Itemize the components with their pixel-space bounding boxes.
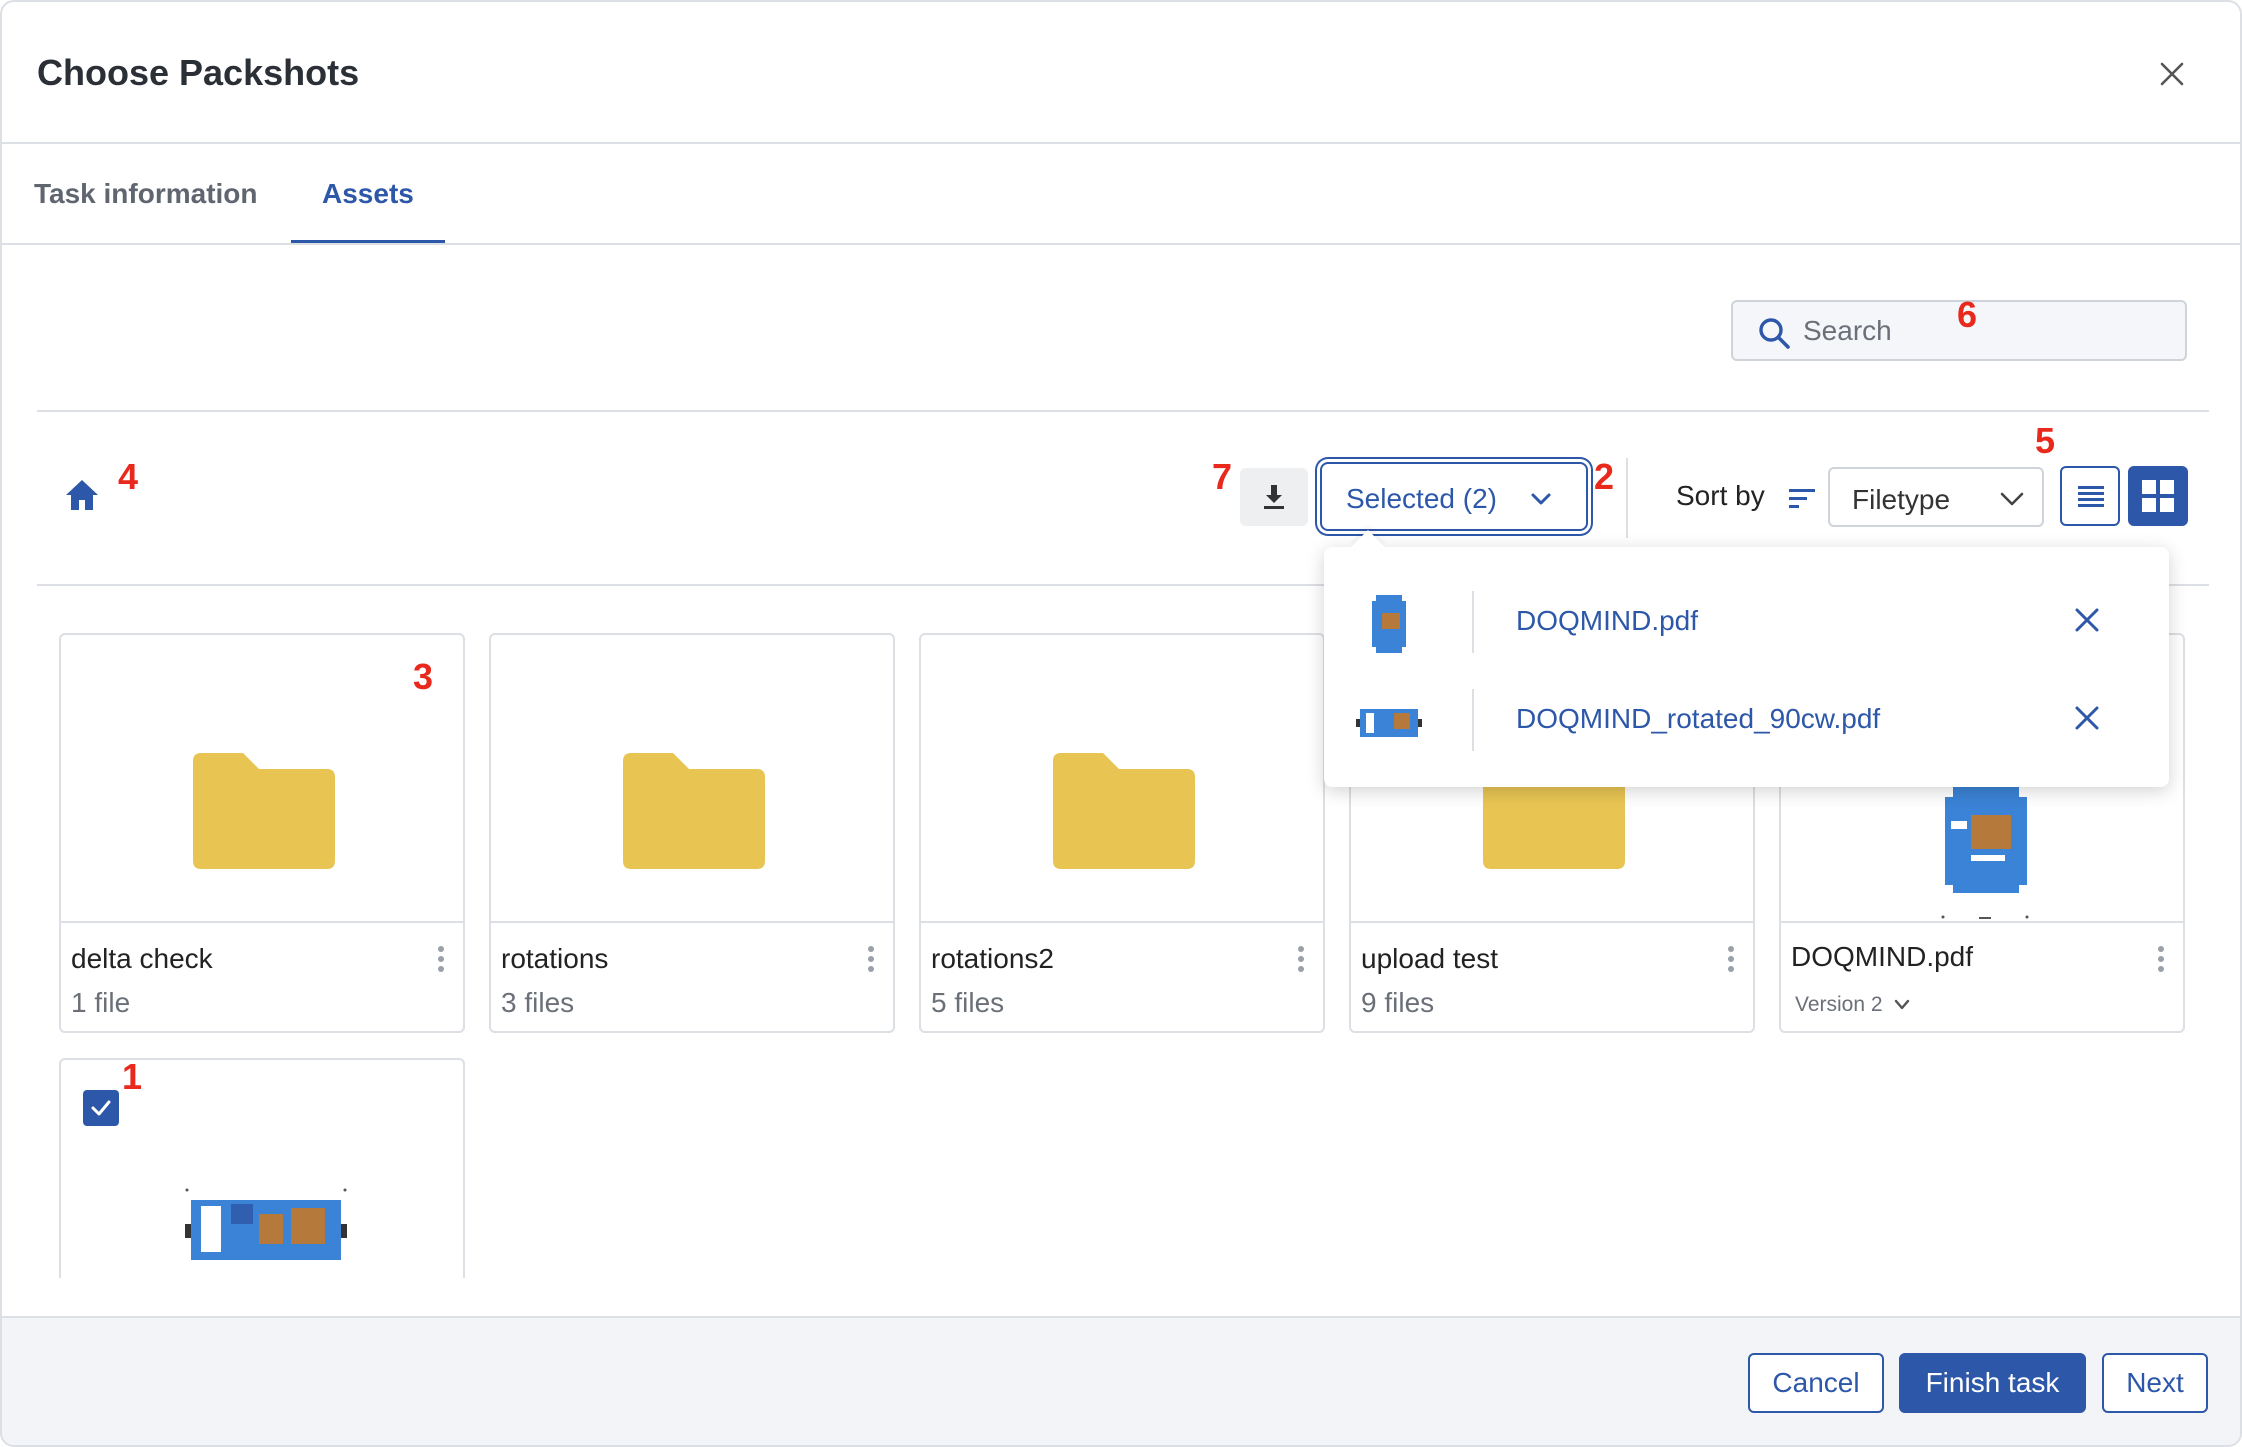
download-button[interactable]	[1240, 468, 1308, 526]
more-options-icon[interactable]	[861, 941, 881, 981]
selected-item: DOQMIND.pdf	[1324, 573, 2169, 671]
chevron-down-icon	[1894, 1000, 1909, 1010]
packshot-thumbnail	[1941, 787, 2029, 919]
grid-icon	[2142, 480, 2174, 512]
selected-dropdown-button[interactable]: Selected (2)	[1320, 462, 1588, 531]
grid-view-toggle[interactable]	[2128, 466, 2188, 526]
folder-name: delta check	[71, 943, 213, 974]
dialog-footer: Cancel Finish task Next	[2, 1316, 2240, 1445]
list-view-toggle[interactable]	[2060, 466, 2120, 526]
divider	[1472, 689, 1474, 751]
dropdown-caret	[1351, 530, 1385, 564]
file-thumbnail	[1372, 595, 1406, 653]
folder-icon	[1053, 753, 1195, 869]
card-thumbnail	[491, 635, 893, 923]
dialog-header: Choose Packshots	[2, 2, 2240, 144]
packshot-thumbnail	[185, 1188, 347, 1260]
folder-file-count: 9 files	[1361, 987, 1435, 1018]
folder-card[interactable]: rotations 3 files	[489, 633, 895, 1033]
more-options-icon[interactable]	[431, 941, 451, 981]
selected-items-dropdown: DOQMIND.pdf DOQMIND_rotated_90cw.pdf	[1324, 530, 2169, 787]
annotation-5: 5	[2035, 420, 2056, 461]
remove-icon[interactable]	[2070, 603, 2104, 637]
sort-select-value: Filetype	[1852, 484, 1951, 515]
search-icon	[1759, 318, 1790, 349]
next-button[interactable]: Next	[2102, 1353, 2208, 1413]
choose-packshots-dialog: Choose Packshots Task information Assets…	[0, 0, 2242, 1447]
selected-count-label: Selected (2)	[1346, 483, 1497, 514]
sort-icon	[1789, 489, 1815, 508]
annotation-7: 7	[1212, 456, 1233, 497]
home-button[interactable]	[64, 478, 100, 517]
folder-file-count: 5 files	[931, 987, 1005, 1018]
annotation-1: 1	[122, 1056, 143, 1097]
card-thumbnail	[921, 635, 1323, 923]
folder-name: upload test	[1361, 943, 1498, 974]
folder-file-count: 1 file	[71, 987, 131, 1018]
home-icon	[66, 480, 98, 510]
version-label: Version 2	[1795, 993, 1883, 1016]
close-icon	[2160, 62, 2184, 86]
folder-icon	[623, 753, 765, 869]
version-selector[interactable]: Version 2	[1795, 993, 1911, 1017]
divider	[37, 410, 2209, 412]
active-tab-indicator	[291, 240, 445, 243]
more-options-icon[interactable]	[2151, 941, 2171, 981]
cancel-button[interactable]: Cancel	[1748, 1353, 1884, 1413]
close-button[interactable]	[2152, 54, 2192, 94]
more-options-icon[interactable]	[1721, 941, 1741, 981]
checkmark-icon	[91, 1100, 111, 1116]
chevron-down-icon	[1531, 493, 1551, 505]
tab-assets[interactable]: Assets	[322, 178, 414, 210]
file-card-selected[interactable]	[59, 1058, 465, 1278]
dialog-title: Choose Packshots	[37, 52, 360, 93]
annotation-2: 2	[1594, 456, 1615, 497]
folder-name: rotations2	[931, 943, 1054, 974]
sort-by-label: Sort by	[1676, 480, 1765, 511]
folder-name: rotations	[501, 943, 609, 974]
more-options-icon[interactable]	[1291, 941, 1311, 981]
selected-item: DOQMIND_rotated_90cw.pdf	[1324, 671, 2169, 769]
tab-bar: Task information Assets	[2, 144, 2240, 245]
chevron-down-icon	[2000, 492, 2024, 506]
selected-file-name[interactable]: DOQMIND_rotated_90cw.pdf	[1516, 703, 1880, 735]
annotation-4: 4	[118, 456, 139, 497]
file-name: DOQMIND.pdf	[1791, 941, 1974, 972]
folder-card[interactable]: delta check 1 file	[59, 633, 465, 1033]
list-icon	[2078, 486, 2104, 507]
folder-icon	[193, 753, 335, 869]
file-thumbnail	[1356, 709, 1422, 737]
folder-card[interactable]: rotations2 5 files	[919, 633, 1325, 1033]
download-icon	[1264, 485, 1284, 509]
annotation-3: 3	[413, 656, 434, 697]
finish-task-button[interactable]: Finish task	[1899, 1353, 2086, 1413]
tab-task-information[interactable]: Task information	[34, 178, 258, 210]
annotation-6: 6	[1957, 294, 1978, 335]
folder-file-count: 3 files	[501, 987, 575, 1018]
remove-icon[interactable]	[2070, 701, 2104, 735]
toolbar-separator	[1626, 458, 1628, 538]
search-input[interactable]	[1803, 312, 2163, 350]
selected-file-name[interactable]: DOQMIND.pdf	[1516, 605, 1698, 637]
card-thumbnail	[61, 635, 463, 923]
divider	[1472, 591, 1474, 653]
select-checkbox[interactable]	[83, 1090, 119, 1126]
sort-select[interactable]: Filetype	[1828, 467, 2044, 527]
